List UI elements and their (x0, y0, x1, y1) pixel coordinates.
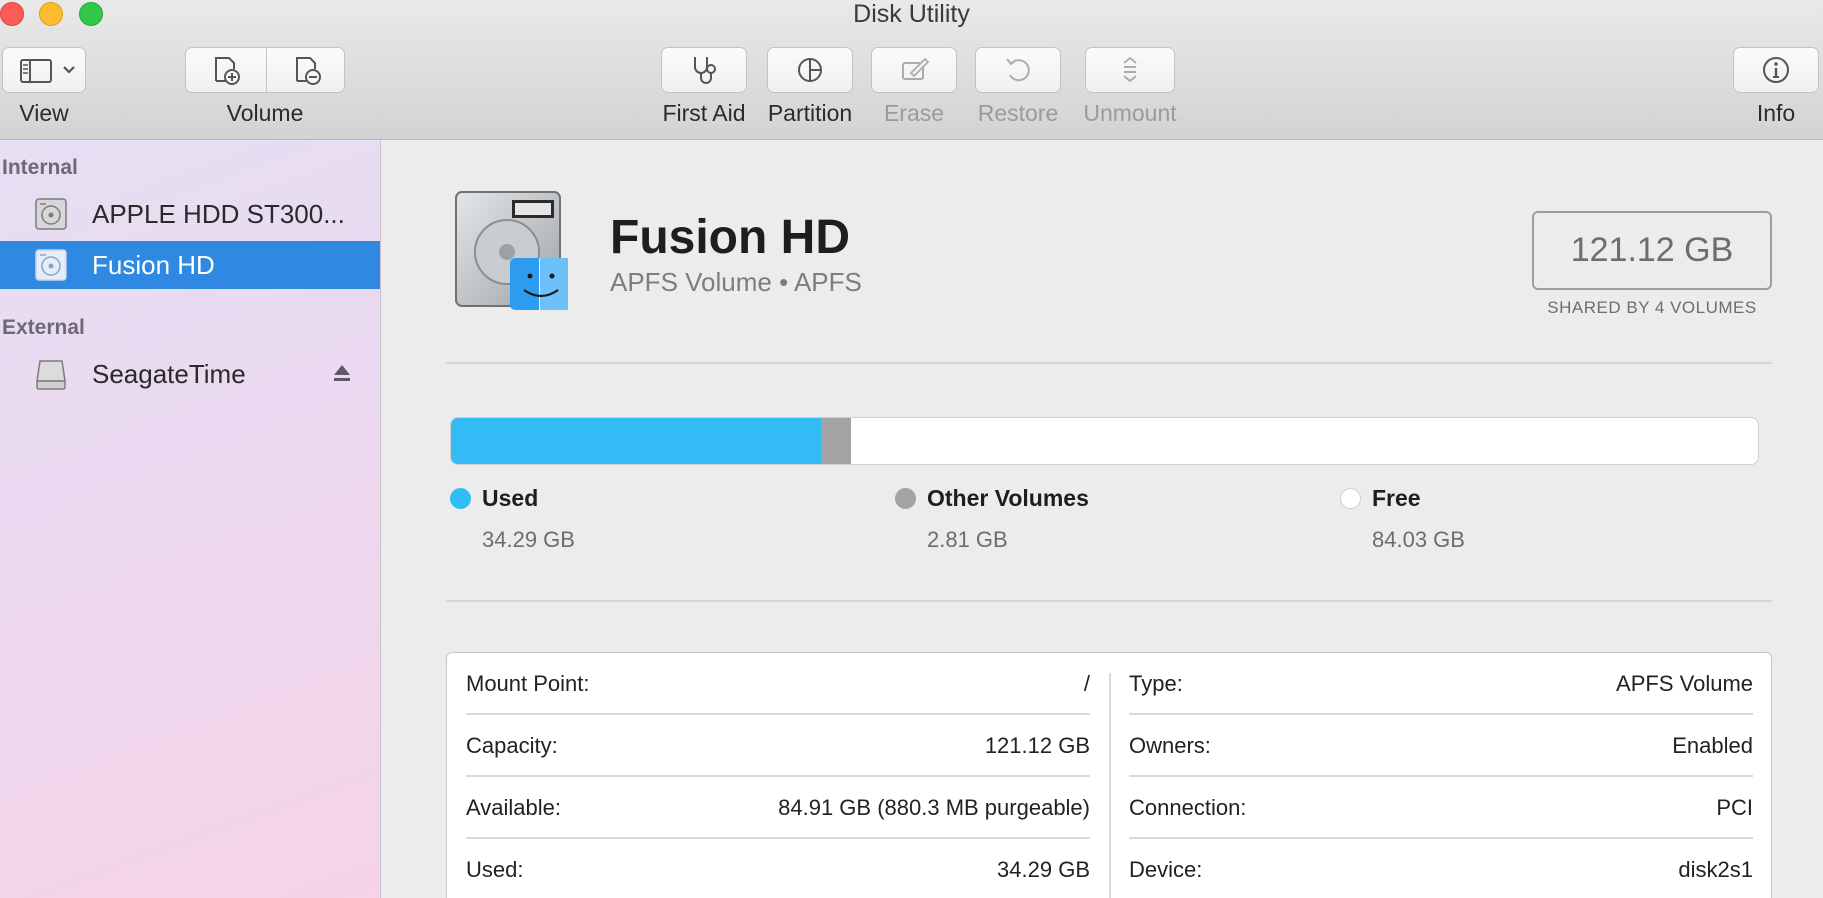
external-disk-icon (36, 360, 66, 390)
view-button[interactable] (2, 47, 86, 93)
legend-used-value: 34.29 GB (482, 527, 575, 552)
partition-button[interactable] (767, 47, 853, 93)
other-volumes-color-dot (895, 488, 916, 509)
info-value: Enabled (1672, 733, 1753, 758)
sidebar-item-label: SeagateTime (92, 358, 246, 389)
sidebar-header-internal: Internal (2, 156, 78, 179)
first-aid-label: First Aid (662, 100, 746, 126)
internal-disk-icon (35, 198, 67, 230)
add-volume-icon (215, 57, 240, 85)
info-key: Mount Point: (466, 671, 590, 696)
info-value: APFS Volume (1616, 671, 1753, 696)
sidebar-toggle-icon (20, 59, 75, 83)
sidebar: Internal APPLE HDD ST300... Fusion HD Ex… (0, 140, 381, 898)
unmount-label: Unmount (1083, 100, 1177, 126)
info-value: 84.91 GB (880.3 MB purgeable) (778, 795, 1090, 820)
column-divider (1109, 673, 1111, 898)
info-value: PCI (1716, 795, 1753, 820)
info-row-used: Used: 34.29 GB (466, 839, 1090, 898)
legend-free-value: 84.03 GB (1372, 527, 1465, 552)
volume-segmented-control (185, 47, 345, 93)
legend-free-label: Free (1372, 485, 1421, 511)
info-label: Info (1756, 100, 1796, 126)
info-key: Capacity: (466, 733, 558, 758)
free-color-dot (1340, 488, 1361, 509)
divider (446, 362, 1772, 364)
info-button[interactable] (1733, 47, 1819, 93)
info-row-capacity: Capacity: 121.12 GB (466, 715, 1090, 777)
info-icon (1763, 57, 1789, 83)
erase-label: Erase (883, 100, 945, 126)
info-row-owners: Owners: Enabled (1129, 715, 1753, 777)
info-key: Used: (466, 857, 524, 882)
usage-bar-other-volumes (821, 418, 852, 464)
sidebar-header-external: External (2, 316, 85, 339)
info-value: disk2s1 (1678, 857, 1753, 882)
legend-other-value: 2.81 GB (927, 527, 1008, 552)
unmount-icon (1123, 56, 1137, 83)
unmount-button[interactable] (1085, 47, 1175, 93)
toolbar: Disk Utility View Volume First Aid Parti… (0, 0, 1823, 140)
volume-subtitle: APFS Volume • APFS (610, 267, 862, 297)
info-value: 121.12 GB (984, 733, 1090, 758)
restore-button[interactable] (975, 47, 1061, 93)
sidebar-item-label: Fusion HD (92, 249, 215, 280)
info-value: 34.29 GB (997, 857, 1090, 882)
info-key: Available: (466, 795, 561, 820)
info-key: Connection: (1129, 795, 1247, 820)
used-color-dot (450, 488, 471, 509)
view-label: View (19, 100, 69, 126)
capacity-caption: SHARED BY 4 VOLUMES (1547, 298, 1757, 317)
info-value: / (1083, 671, 1090, 696)
legend-other-label: Other Volumes (927, 485, 1089, 511)
info-row-device: Device: disk2s1 (1129, 839, 1753, 898)
partition-pie-icon (798, 58, 822, 82)
info-row-available: Available: 84.91 GB (880.3 MB purgeable) (466, 777, 1090, 839)
volume-label: Volume (226, 100, 304, 126)
sidebar-item-seagatetime[interactable]: SeagateTime (0, 350, 380, 398)
fusion-drive-icon (455, 191, 568, 310)
restore-arrow-icon (1006, 58, 1030, 82)
usage-bar-used (451, 418, 821, 464)
first-aid-button[interactable] (661, 47, 747, 93)
delete-volume-icon (295, 57, 321, 85)
stethoscope-icon (694, 57, 716, 84)
eject-icon[interactable] (333, 363, 351, 383)
info-table: Mount Point: / Capacity: 121.12 GB Avail… (446, 652, 1772, 898)
partition-label: Partition (767, 100, 853, 126)
info-row-type: Type: APFS Volume (1129, 653, 1753, 715)
sidebar-item-apple-hdd[interactable]: APPLE HDD ST300... (0, 190, 380, 238)
info-key: Owners: (1129, 733, 1211, 758)
volume-disk-icon (35, 249, 67, 281)
delete-volume-button[interactable] (267, 48, 344, 92)
info-row-mount-point: Mount Point: / (466, 653, 1090, 715)
sidebar-item-label: APPLE HDD ST300... (92, 198, 345, 229)
add-volume-button[interactable] (186, 48, 266, 92)
usage-bar (450, 417, 1759, 465)
legend-used-label: Used (482, 485, 539, 511)
divider (446, 600, 1772, 602)
info-key: Device: (1129, 857, 1203, 882)
main-content: Fusion HD APFS Volume • APFS 121.12 GB S… (382, 140, 1823, 898)
sidebar-item-fusion-hd[interactable]: Fusion HD (0, 241, 380, 289)
window-title: Disk Utility (853, 0, 970, 28)
restore-label: Restore (977, 100, 1059, 126)
capacity-box: 121.12 GB (1532, 211, 1772, 290)
info-key: Type: (1129, 671, 1183, 696)
info-row-connection: Connection: PCI (1129, 777, 1753, 839)
erase-button[interactable] (871, 47, 957, 93)
erase-pencil-icon (902, 57, 930, 80)
volume-name: Fusion HD (610, 211, 850, 264)
